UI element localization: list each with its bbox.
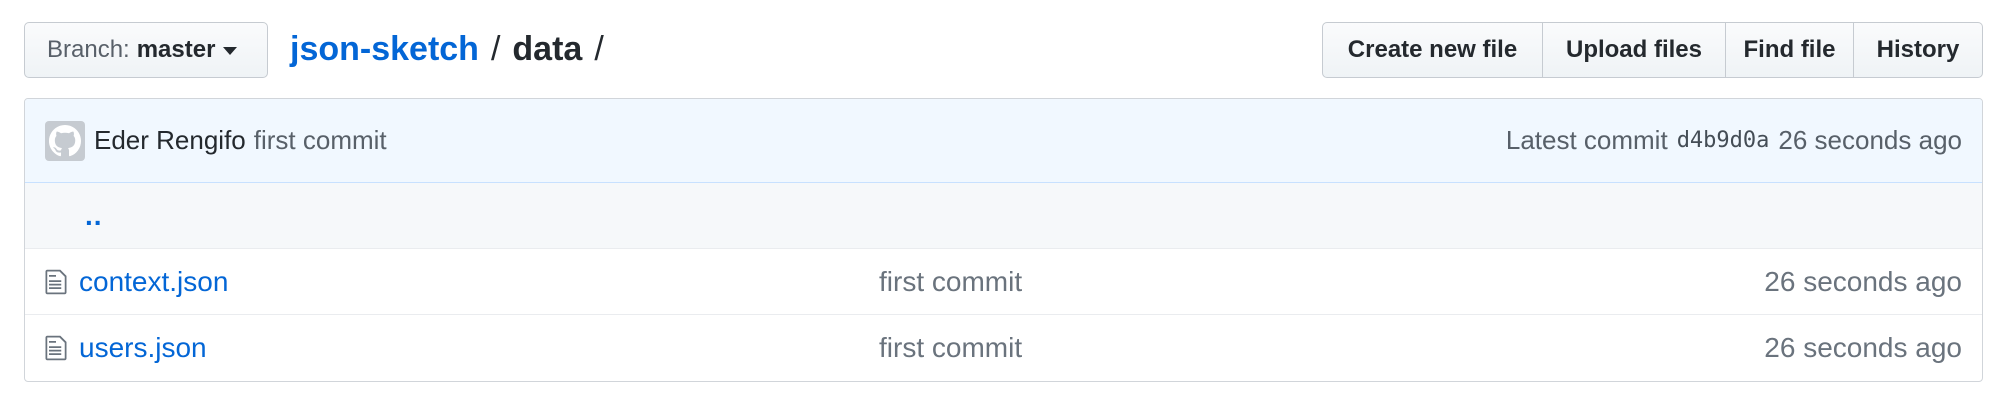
file-actions-group: Create new file Upload files Find file H… bbox=[1322, 22, 1983, 78]
avatar[interactable] bbox=[45, 120, 85, 161]
latest-commit-info: Latest commit d4b9d0a 26 seconds ago bbox=[1506, 125, 1962, 156]
breadcrumb: json-sketch / data / bbox=[290, 27, 604, 71]
file-name-link[interactable]: users.json bbox=[79, 332, 879, 364]
breadcrumb-repo-link[interactable]: json-sketch bbox=[290, 30, 479, 69]
file-commit-message-link[interactable]: first commit bbox=[879, 332, 1022, 364]
github-octocat-icon bbox=[49, 124, 81, 156]
find-file-button[interactable]: Find file bbox=[1726, 22, 1854, 78]
history-button[interactable]: History bbox=[1854, 22, 1983, 78]
branch-select-button[interactable]: Branch: master bbox=[24, 22, 268, 78]
branch-label: Branch: bbox=[47, 36, 130, 63]
commit-age: 26 seconds ago bbox=[1778, 125, 1962, 155]
caret-down-icon bbox=[223, 47, 238, 55]
file-commit-message-link[interactable]: first commit bbox=[879, 266, 1022, 298]
table-row: context.json first commit 26 seconds ago bbox=[25, 248, 1982, 314]
file-name-link[interactable]: context.json bbox=[79, 266, 879, 298]
commit-author-link[interactable]: Eder Rengifo bbox=[94, 125, 246, 156]
file-table: Eder Rengifo first commit Latest commit … bbox=[24, 98, 1983, 382]
file-age: 26 seconds ago bbox=[1764, 331, 1962, 363]
file-icon bbox=[45, 335, 67, 360]
commit-message-link[interactable]: first commit bbox=[254, 125, 387, 156]
file-icon bbox=[45, 269, 67, 294]
upload-files-button[interactable]: Upload files bbox=[1543, 22, 1726, 78]
repo-directory-view: Branch: master json-sketch / data / Crea… bbox=[0, 0, 2000, 400]
latest-commit-label: Latest commit bbox=[1505, 125, 1668, 155]
commit-sha-link[interactable]: d4b9d0a bbox=[1677, 128, 1770, 153]
parent-directory-row: .. bbox=[25, 183, 1982, 248]
breadcrumb-current-directory: data bbox=[512, 29, 583, 68]
latest-commit-bar: Eder Rengifo first commit Latest commit … bbox=[25, 99, 1982, 183]
table-row: users.json first commit 26 seconds ago bbox=[25, 314, 1982, 380]
breadcrumb-separator: / bbox=[490, 29, 501, 68]
breadcrumb-trailing-separator: / bbox=[594, 29, 604, 68]
branch-name: master bbox=[136, 36, 216, 63]
create-new-file-button[interactable]: Create new file bbox=[1322, 22, 1543, 78]
file-age: 26 seconds ago bbox=[1764, 265, 1962, 297]
parent-directory-link[interactable]: .. bbox=[85, 200, 103, 232]
